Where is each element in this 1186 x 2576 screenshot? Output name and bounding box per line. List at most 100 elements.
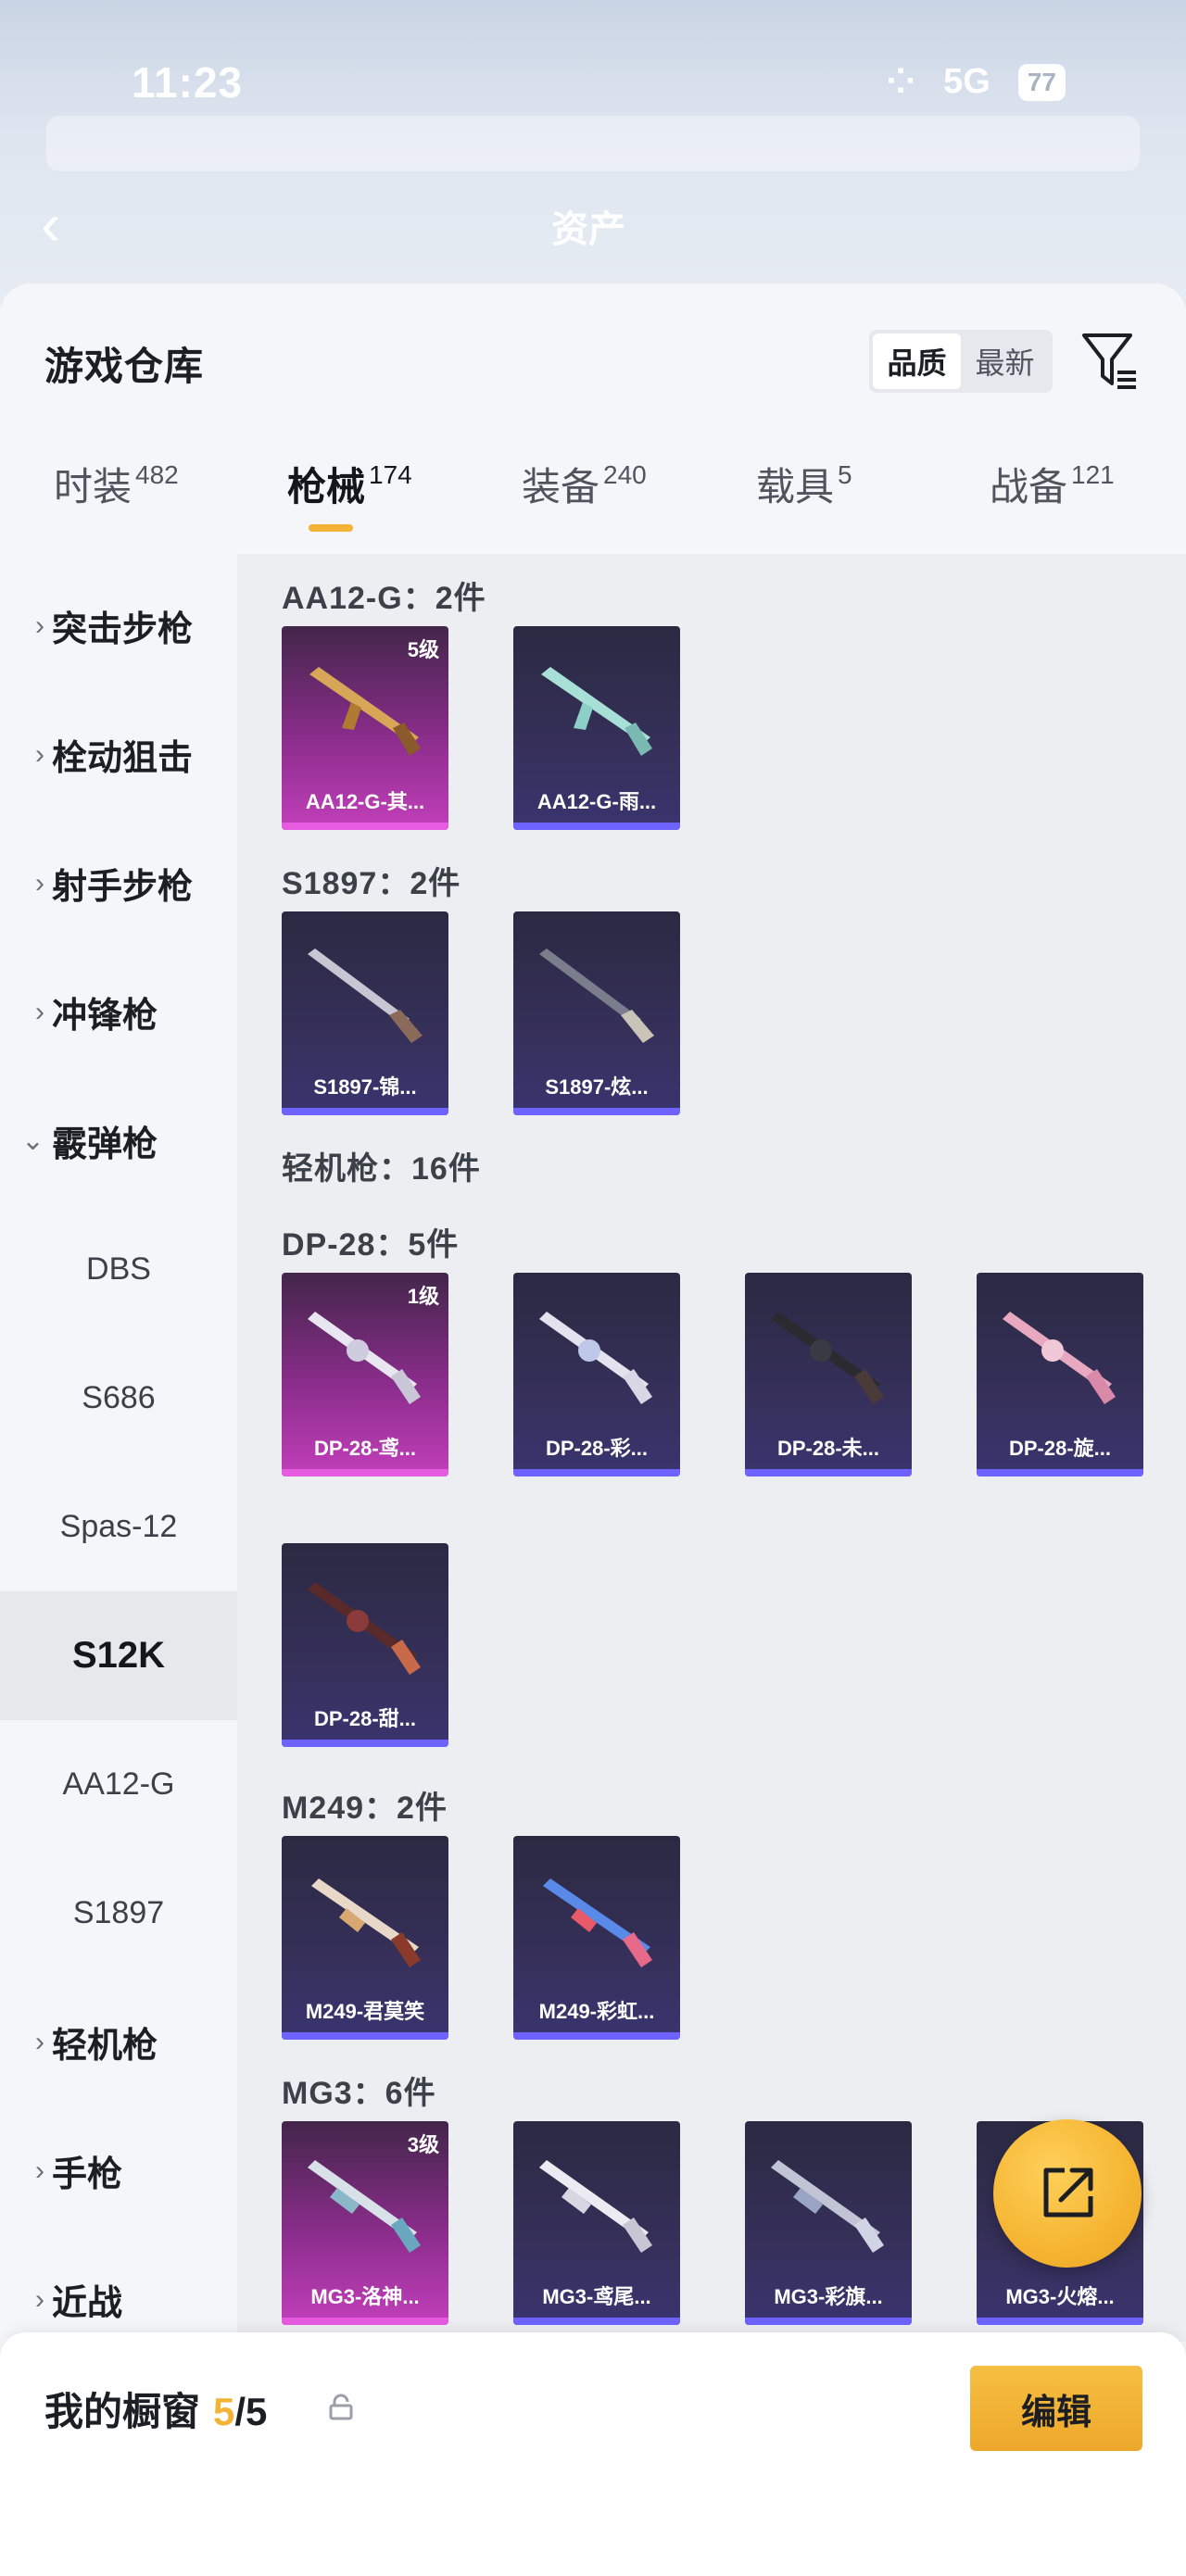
tab-count: 240: [603, 460, 647, 489]
rarity-bar: [513, 2318, 680, 2325]
category-label: 近战: [52, 2284, 123, 2323]
category-label: 突击步枪: [52, 610, 194, 649]
group-title: AA12-G：2件: [282, 581, 486, 616]
sort-newest-button[interactable]: 最新: [961, 333, 1049, 389]
skin-name: AA12-G-雨...: [536, 790, 657, 813]
battery-level: 77: [1017, 63, 1066, 101]
showcase-separator: /: [234, 2390, 246, 2433]
rarity-bar: [282, 1469, 448, 1476]
sort-quality-button[interactable]: 品质: [873, 333, 961, 389]
tab-guns[interactable]: 枪械 174: [287, 459, 412, 552]
skin-card[interactable]: 1级 DP-28-鸢...: [282, 1273, 448, 1476]
category-tabs: 时装 482 枪械 174 装备 240 载具 5 战备 121: [0, 459, 1186, 561]
category-shotgun[interactable]: ⌄ 霰弹枪: [0, 1076, 237, 1205]
filter-icon[interactable]: [1080, 330, 1140, 395]
skin-card[interactable]: AA12-G-雨...: [513, 626, 680, 830]
rarity-bar: [977, 1469, 1143, 1476]
category-smg[interactable]: › 冲锋枪: [0, 948, 237, 1076]
tab-label: 战备: [990, 465, 1068, 509]
rarity-bar: [513, 1108, 680, 1115]
tab-equipment[interactable]: 装备 240: [522, 459, 647, 552]
category-pistol[interactable]: › 手枪: [0, 2106, 237, 2235]
status-indicators: ⁘ 5G 77: [886, 61, 1066, 103]
skin-card[interactable]: S1897-炫...: [513, 911, 680, 1115]
skin-name: S1897-锦...: [313, 1075, 417, 1099]
subcategory-s12k[interactable]: S12K: [0, 1591, 237, 1720]
skin-name: DP-28-鸢...: [313, 1437, 417, 1460]
background-header: 11:23 ⁘ 5G 77 ‹ 资产: [0, 0, 1186, 306]
skin-card[interactable]: 5级 AA12-G-其...: [282, 626, 448, 830]
skin-card[interactable]: S1897-锦...: [282, 911, 448, 1115]
category-bolt-sniper[interactable]: › 栓动狙击: [0, 690, 237, 819]
group-title: M249：2件: [282, 1791, 448, 1826]
group-title: MG3：6件: [282, 2076, 436, 2111]
lmg-icon: [543, 1879, 652, 1967]
status-time: 11:23: [132, 58, 244, 107]
skin-card[interactable]: DP-28-彩...: [513, 1273, 680, 1476]
showcase-label: 我的橱窗: [44, 2390, 201, 2433]
tab-label: 装备: [522, 465, 600, 509]
background-row: [46, 116, 1140, 171]
skin-card[interactable]: DP-28-旋...: [977, 1273, 1143, 1476]
category-lmg[interactable]: › 轻机枪: [0, 1978, 237, 2106]
subcategory-aa12-g[interactable]: AA12-G: [0, 1720, 237, 1849]
sheet-header: 游戏仓库 品质 最新 时装 482 枪械 174 装备 240 载具 5 战备 …: [0, 283, 1186, 561]
tab-vehicles[interactable]: 载具 5: [756, 459, 852, 552]
showcase-title: 我的橱窗 5 / 5: [44, 2381, 267, 2437]
skin-name: MG3-火熔...: [1005, 2285, 1115, 2308]
rarity-bar: [282, 823, 448, 830]
rarity-bar: [282, 1740, 448, 1747]
category-label: 栓动狙击: [52, 739, 194, 778]
chevron-right-icon: ›: [35, 996, 44, 1027]
subcategory-dbs[interactable]: DBS: [0, 1205, 237, 1334]
category-label: 冲锋枪: [52, 997, 158, 1036]
share-icon[interactable]: [993, 2119, 1142, 2268]
category-marksman-rifle[interactable]: › 射手步枪: [0, 819, 237, 948]
skin-card[interactable]: DP-28-甜...: [282, 1543, 448, 1747]
chevron-right-icon: ›: [35, 2026, 44, 2057]
sort-toggle: 品质 最新: [869, 330, 1053, 393]
tab-fashion[interactable]: 时装 482: [54, 459, 179, 552]
skin-card[interactable]: M249-彩虹...: [513, 1836, 680, 2040]
skin-card[interactable]: M249-君莫笑: [282, 1836, 448, 2040]
rarity-bar: [745, 2318, 912, 2325]
edit-button[interactable]: 编辑: [970, 2366, 1142, 2451]
lmg-icon: [1003, 1312, 1116, 1404]
lmg-icon: [771, 1312, 884, 1404]
group-title: 轻机枪：16件: [282, 1151, 481, 1187]
background-title: 资产: [551, 209, 625, 250]
skin-name: MG3-鸢尾...: [542, 2285, 651, 2308]
shotgun-icon: [308, 949, 423, 1043]
subcategory-spas-12[interactable]: Spas-12: [0, 1463, 237, 1591]
tab-combat-gear[interactable]: 战备 121: [990, 459, 1115, 552]
subcategory-s686[interactable]: S686: [0, 1334, 237, 1463]
skin-card[interactable]: DP-28-未...: [745, 1273, 912, 1476]
rarity-bar: [513, 823, 680, 830]
chevron-right-icon: ›: [35, 738, 44, 770]
lmg-icon: [311, 1879, 421, 1967]
weapon-category-list: › 突击步枪 › 栓动狙击 › 射手步枪 › 冲锋枪 ⌄ 霰弹枪 DBS S68…: [0, 561, 237, 2340]
skin-name: DP-28-彩...: [545, 1437, 649, 1460]
rarity-bar: [282, 2032, 448, 2040]
lmg-icon: [308, 1582, 421, 1675]
weapon-skin-grid: AA12-G：2件 5级 AA12-G-其... AA12-G-雨... S18…: [237, 554, 1186, 2342]
skin-card[interactable]: 3级 MG3-洛神...: [282, 2121, 448, 2325]
lmg-icon: [539, 1312, 652, 1404]
tab-label: 载具: [756, 465, 835, 509]
tab-count: 174: [369, 460, 412, 489]
skin-card[interactable]: MG3-鸢尾...: [513, 2121, 680, 2325]
tab-count: 5: [838, 460, 852, 489]
category-assault-rifle[interactable]: › 突击步枪: [0, 561, 237, 690]
skin-name: M249-彩虹...: [538, 2000, 655, 2023]
network-type: 5G: [943, 62, 990, 101]
lock-icon: [329, 2394, 353, 2420]
skin-card[interactable]: MG3-彩旗...: [745, 2121, 912, 2325]
rarity-bar: [282, 2318, 448, 2325]
tab-label: 枪械: [287, 465, 366, 509]
rifle-icon: [309, 667, 421, 756]
tab-label: 时装: [54, 465, 132, 509]
skin-name: DP-28-未...: [776, 1437, 880, 1460]
group-title: DP-28：5件: [282, 1227, 460, 1263]
subcategory-s1897[interactable]: S1897: [0, 1849, 237, 1978]
lmg-icon: [308, 1312, 421, 1404]
